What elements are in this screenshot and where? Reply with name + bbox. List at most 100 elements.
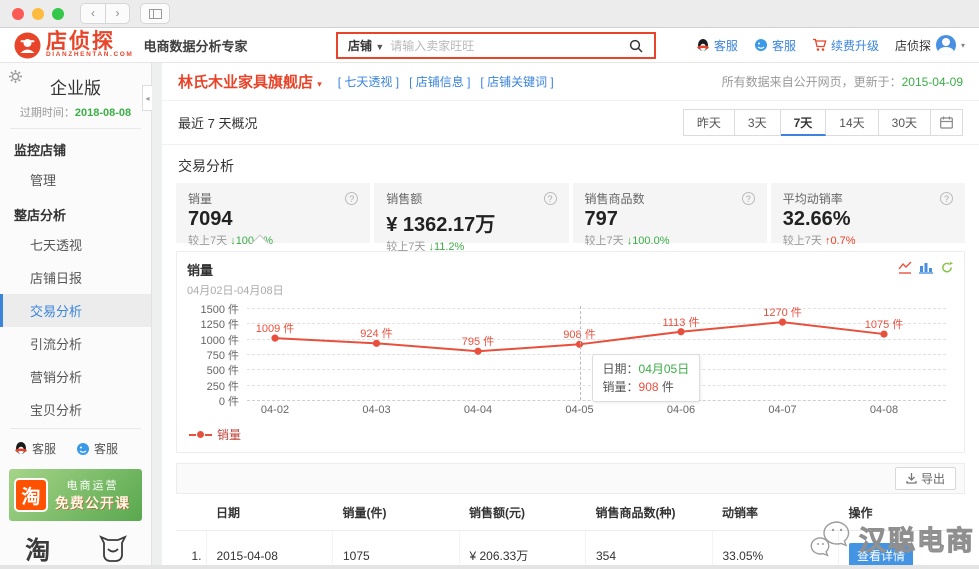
daily-data-table: 日期销量(件)销售额(元)销售商品数(种)动销率操作 1.2015-04-081…	[176, 494, 965, 568]
point-label: 1113 件	[646, 314, 716, 330]
chevron-down-icon: ▾	[961, 41, 965, 50]
account-menu[interactable]: 店侦探 ▾	[895, 35, 965, 55]
x-axis-tick: 04-08	[844, 404, 924, 416]
banner-line2: 免费公开课	[48, 493, 137, 513]
sidebar-item-七天透视[interactable]: 七天透视	[0, 228, 151, 261]
shop-name-dropdown[interactable]: 林氏木业家具旗舰店 ▾	[178, 71, 322, 92]
qq-service-link[interactable]: 客服	[14, 440, 56, 457]
sidebar-item-店铺日报[interactable]: 店铺日报	[0, 261, 151, 294]
wangwang-service-link[interactable]: 客服	[76, 440, 118, 457]
calendar-button[interactable]	[931, 109, 963, 136]
zoom-window-button[interactable]	[52, 8, 64, 20]
table-toolbar: 导出	[176, 463, 965, 494]
course-ad-banner[interactable]: 淘 电商运营 免费公开课	[9, 469, 142, 521]
bar-chart-icon[interactable]	[919, 261, 933, 274]
refresh-icon[interactable]	[940, 261, 954, 274]
sidebar-item-宝贝分析[interactable]: 宝贝分析	[0, 393, 151, 426]
search-category-dropdown[interactable]: 店铺 ▼	[338, 37, 390, 54]
search-button[interactable]	[618, 34, 654, 57]
point-label: 795 件	[443, 333, 513, 349]
shop-link[interactable]: [ 店铺信息 ]	[409, 73, 470, 90]
banner-line1: 电商运营	[48, 477, 137, 493]
data-update-note: 所有数据来自公开网页，更新于：2015-04-09	[722, 73, 963, 90]
metric-card-销售商品数[interactable]: 销售商品数?797较上7天 ↓100.0%	[573, 183, 767, 243]
metric-card-平均动销率[interactable]: 平均动销率?32.66%较上7天 ↑0.7%	[771, 183, 965, 243]
cell-sales: 1075	[333, 531, 460, 569]
metric-card-销量[interactable]: 销量?7094较上7天 ↓100.0%	[176, 183, 370, 243]
renew-upgrade-link[interactable]: 续费升级	[812, 37, 879, 54]
edition-title: 企业版	[0, 63, 151, 99]
search-input[interactable]	[390, 39, 618, 53]
wangwang-icon	[754, 38, 768, 52]
tool-天猫分析[interactable]: 天猫分析	[76, 533, 152, 569]
qq-icon	[14, 441, 28, 456]
help-icon[interactable]: ?	[544, 192, 557, 205]
point-label: 924 件	[342, 325, 412, 341]
sidebar-item-引流分析[interactable]: 引流分析	[0, 327, 151, 360]
range-button-30天[interactable]: 30天	[879, 109, 931, 136]
table-col-num	[176, 494, 206, 531]
help-icon[interactable]: ?	[742, 192, 755, 205]
export-button[interactable]: 导出	[895, 467, 956, 490]
search-box: 店铺 ▼	[336, 32, 656, 59]
chart-title: 销量	[187, 260, 954, 279]
logo-text: 店侦探	[46, 33, 133, 51]
search-icon	[629, 39, 643, 53]
cell-amount: ¥ 206.33万	[459, 531, 586, 569]
wangwang-service-link[interactable]: 客服	[754, 37, 796, 54]
line-chart[interactable]: 1500 件1250 件1000 件750 件500 件250 件0 件1009…	[187, 302, 954, 448]
y-axis-tick: 500 件	[187, 362, 239, 378]
close-window-button[interactable]	[12, 8, 24, 20]
card-label: 销售额	[386, 190, 422, 207]
card-value: ¥ 1362.17万	[386, 208, 556, 237]
help-icon[interactable]: ?	[345, 192, 358, 205]
chart-legend[interactable]: 销量	[189, 426, 241, 443]
sidebar-item-营销分析[interactable]: 营销分析	[0, 360, 151, 393]
sidebar-item-管理[interactable]: 管理	[0, 163, 151, 196]
range-button-昨天[interactable]: 昨天	[683, 109, 735, 136]
download-icon	[906, 473, 917, 484]
metric-card-销售额[interactable]: 销售额?¥ 1362.17万较上7天 ↓11.2%	[374, 183, 568, 243]
cell-date: 2015-04-08	[206, 531, 333, 569]
tools-grid: 淘淘宝分析天猫分析无线分析降权查询直通车推广☆店铺DSR	[0, 523, 151, 569]
range-button-14天[interactable]: 14天	[826, 109, 878, 136]
x-axis-tick: 04-03	[337, 404, 417, 416]
table-row: 1.2015-04-081075¥ 206.33万35433.05%查看详情	[176, 531, 965, 569]
range-button-7天[interactable]: 7天	[781, 109, 827, 136]
app-logo[interactable]: 店侦探 DIANZHENTAN.COM	[14, 32, 133, 59]
header-right-nav: 客服 客服 续费升级 店侦探 ▾	[696, 35, 965, 55]
table-header-操作: 操作	[839, 494, 966, 531]
tool-淘宝分析[interactable]: 淘淘宝分析	[0, 533, 76, 569]
forward-button[interactable]: ›	[105, 4, 129, 23]
card-delta: 较上7天 ↓100.0%	[188, 232, 358, 248]
tooltip-date: 日期：04月05日	[603, 360, 690, 378]
window-chrome: ‹ ›	[0, 0, 979, 28]
taobao-badge-icon: 淘	[14, 478, 48, 512]
range-button-3天[interactable]: 3天	[735, 109, 781, 136]
back-button[interactable]: ‹	[81, 4, 105, 23]
shop-link[interactable]: [ 七天透视 ]	[338, 73, 399, 90]
calendar-icon	[940, 116, 953, 129]
help-icon[interactable]: ?	[940, 192, 953, 205]
logo-domain: DIANZHENTAN.COM	[46, 51, 133, 58]
section-title: 交易分析	[162, 145, 979, 183]
chart-tooltip: 日期：04月05日销量：908 件	[592, 354, 701, 402]
divider	[10, 428, 141, 429]
chevron-down-icon: ▼	[375, 42, 384, 52]
cell-action: 查看详情	[839, 531, 966, 569]
sidebar-item-交易分析[interactable]: 交易分析	[0, 294, 151, 327]
card-delta: 较上7天 ↑0.7%	[783, 232, 953, 248]
line-chart-icon[interactable]	[898, 261, 912, 274]
sidebar-collapse-handle[interactable]: ◂	[142, 85, 152, 111]
sidebar-toggle-button[interactable]	[140, 3, 170, 24]
shop-link[interactable]: [ 店铺关键词 ]	[480, 73, 553, 90]
delta-prefix: 较上7天	[783, 235, 825, 247]
x-axis-tick: 04-05	[540, 404, 620, 416]
minimize-window-button[interactable]	[32, 8, 44, 20]
point-label: 1009 件	[240, 320, 310, 336]
qq-service-link[interactable]: 客服	[696, 37, 738, 54]
sidebar-menu: 监控店铺管理整店分析七天透视店铺日报交易分析引流分析营销分析宝贝分析	[0, 131, 151, 426]
overview-title: 最近 7 天概况	[178, 113, 257, 132]
settings-gear-icon[interactable]	[9, 70, 22, 83]
chevron-down-icon: ▾	[317, 79, 322, 89]
